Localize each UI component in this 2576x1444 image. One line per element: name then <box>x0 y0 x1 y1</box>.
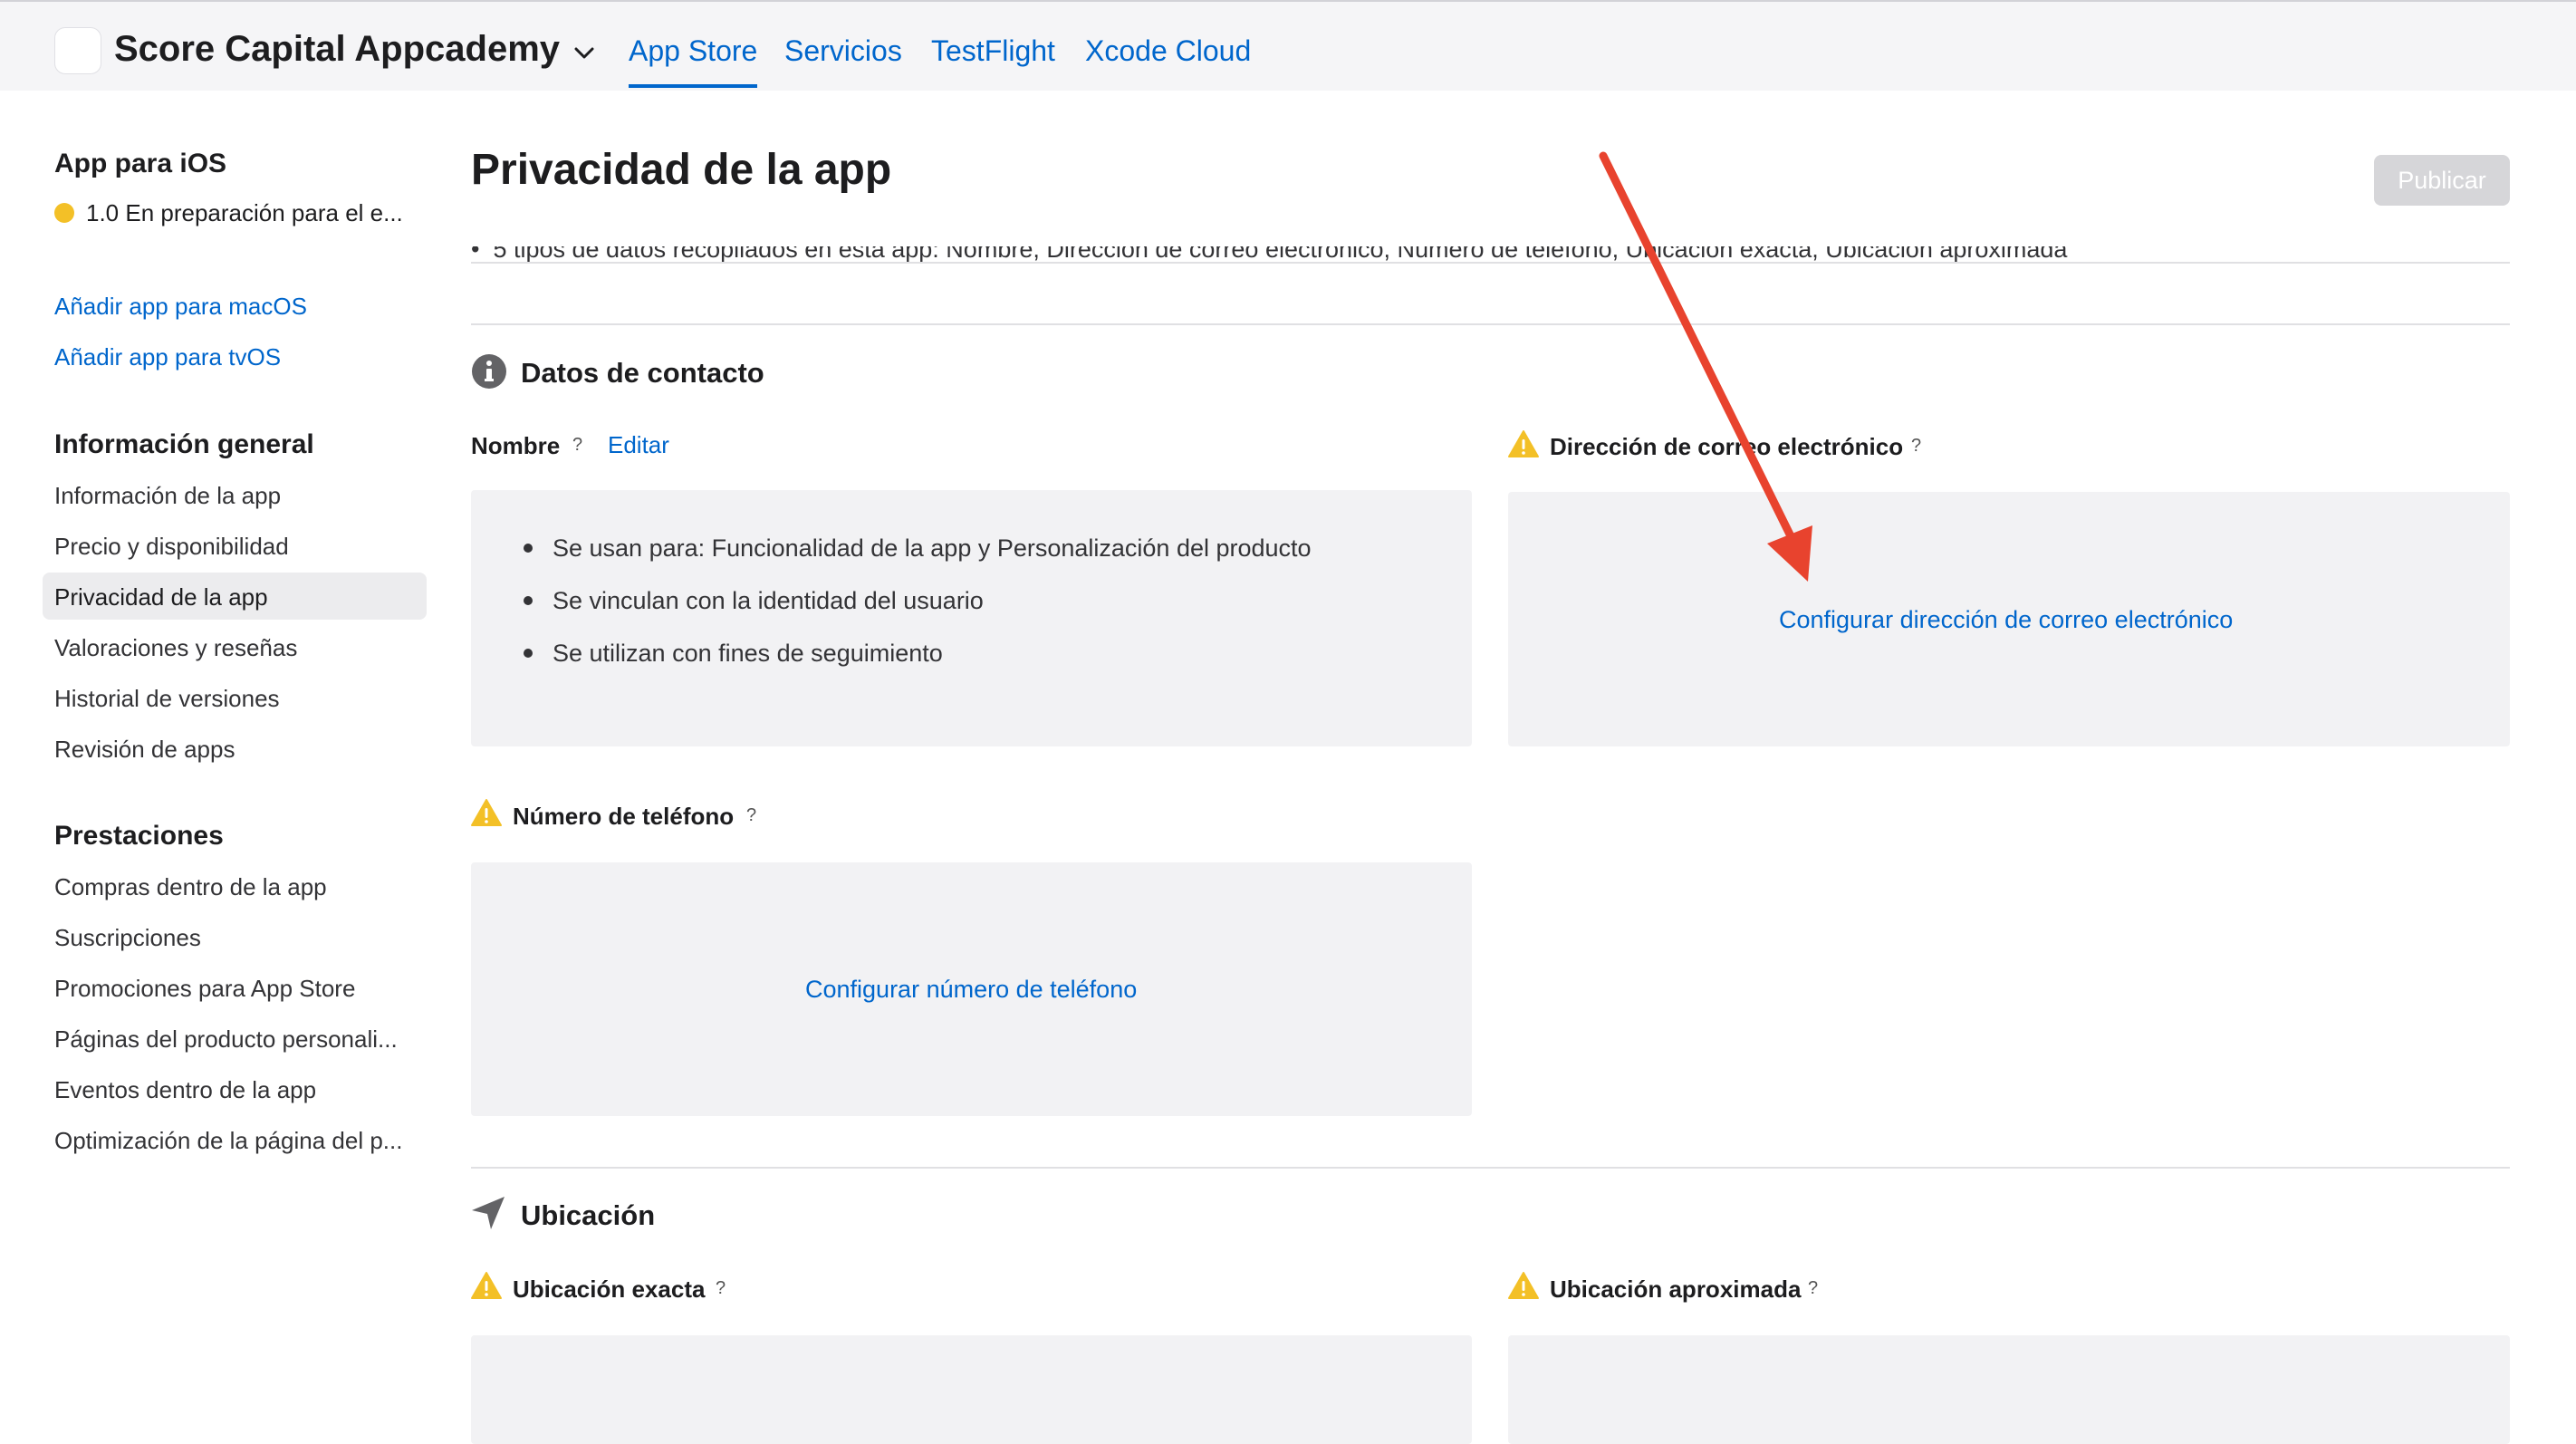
warning-icon <box>471 1272 502 1299</box>
sidebar-features-title: Prestaciones <box>54 821 224 851</box>
sidebar-item-in-app-events[interactable]: Eventos dentro de la app <box>54 1076 316 1104</box>
name-tracking-item: Se utilizan con fines de seguimiento <box>553 640 943 667</box>
sidebar-item-app-privacy[interactable]: Privacidad de la app <box>54 583 268 611</box>
sidebar-item-ratings[interactable]: Valoraciones y reseñas <box>54 634 297 662</box>
approx-location-box <box>1508 1335 2510 1444</box>
location-heading: Ubicación <box>521 1199 656 1231</box>
configure-phone-link[interactable]: Configurar número de teléfono <box>805 976 1137 1004</box>
sidebar-item-in-app-purchases[interactable]: Compras dentro de la app <box>54 873 327 901</box>
add-macos-app-link[interactable]: Añadir app para macOS <box>54 293 307 321</box>
sidebar-general-title: Información general <box>54 429 314 459</box>
sidebar-item-app-info[interactable]: Información de la app <box>54 482 281 510</box>
approx-location-help-icon[interactable]: ? <box>1808 1278 1818 1299</box>
sidebar-item-app-review[interactable]: Revisión de apps <box>54 736 235 764</box>
phone-label: Número de teléfono <box>513 803 735 830</box>
warning-icon <box>471 799 502 826</box>
exact-location-help-icon[interactable]: ? <box>716 1278 726 1299</box>
email-help-icon[interactable]: ? <box>1911 436 1921 457</box>
tab-app-store[interactable]: App Store <box>629 34 758 88</box>
tab-testflight[interactable]: TestFlight <box>931 34 1055 68</box>
name-help-icon[interactable]: ? <box>572 435 582 456</box>
status-dot-icon <box>54 203 74 223</box>
email-label: Dirección de correo electrónico <box>1550 433 1904 460</box>
bullet-dot <box>524 544 533 553</box>
name-linked-item: Se vinculan con la identidad del usuario <box>553 587 984 614</box>
sidebar-item-version-history[interactable]: Historial de versiones <box>54 685 280 713</box>
app-name[interactable]: Score Capital Appcademy <box>114 29 560 70</box>
name-usage-item: Se usan para: Funcionalidad de la app y … <box>553 534 1312 562</box>
tab-xcode-cloud[interactable]: Xcode Cloud <box>1085 34 1251 68</box>
sidebar-platform-title: App para iOS <box>54 149 227 178</box>
publish-button[interactable]: Publicar <box>2374 155 2510 206</box>
add-tvos-app-link[interactable]: Añadir app para tvOS <box>54 343 281 371</box>
summary-bullet: • <box>471 246 494 263</box>
divider <box>471 262 2510 264</box>
chevron-down-icon[interactable] <box>572 42 596 65</box>
info-icon <box>472 354 506 389</box>
warning-icon <box>1508 430 1539 457</box>
exact-location-box <box>471 1335 1472 1444</box>
phone-help-icon[interactable]: ? <box>746 805 756 826</box>
location-arrow-icon <box>472 1197 505 1229</box>
summary-text: 5 tipos de datos recopilados en esta app… <box>493 246 2068 263</box>
sidebar-version-status[interactable]: 1.0 En preparación para el e... <box>86 199 403 227</box>
tab-servicios[interactable]: Servicios <box>784 34 902 68</box>
sidebar-item-page-optimization[interactable]: Optimización de la página del p... <box>54 1127 402 1155</box>
top-navigation-bar: Score Capital Appcademy App Store Servic… <box>0 0 2576 91</box>
warning-icon <box>1508 1272 1539 1299</box>
configure-email-link[interactable]: Configurar dirección de correo electróni… <box>1779 606 2233 634</box>
sidebar-item-subscriptions[interactable]: Suscripciones <box>54 924 201 952</box>
approx-location-label: Ubicación aproximada <box>1550 1276 1802 1303</box>
sidebar-item-custom-product-pages[interactable]: Páginas del producto personali... <box>54 1025 398 1054</box>
sidebar-item-pricing[interactable]: Precio y disponibilidad <box>54 533 289 561</box>
divider <box>471 1167 2510 1169</box>
app-icon <box>54 27 101 74</box>
edit-name-link[interactable]: Editar <box>608 431 669 459</box>
contact-data-heading: Datos de contacto <box>521 357 764 389</box>
divider <box>471 323 2510 325</box>
page-title: Privacidad de la app <box>471 146 892 194</box>
name-label: Nombre <box>471 432 561 459</box>
bullet-dot <box>524 649 533 658</box>
name-details-box <box>471 490 1472 746</box>
sidebar-item-promotions[interactable]: Promociones para App Store <box>54 975 355 1003</box>
exact-location-label: Ubicación exacta <box>513 1276 706 1303</box>
bullet-dot <box>524 596 533 605</box>
